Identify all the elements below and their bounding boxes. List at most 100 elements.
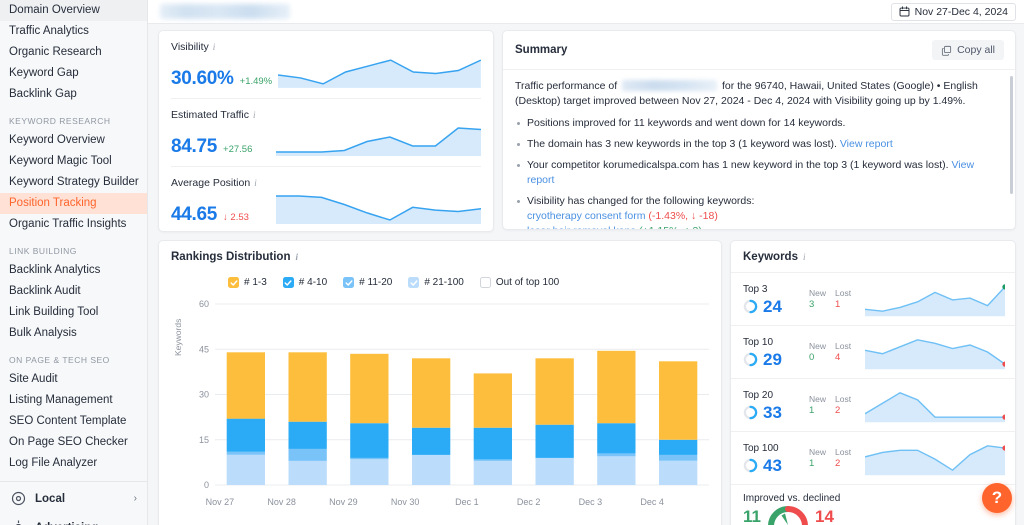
sidebar-sections: Local›Advertising›Social Media›Content M… [0,484,147,525]
sidebar-item-backlink-analytics[interactable]: Backlink Analytics [0,260,147,281]
new-cell: New 1 [809,394,826,417]
info-icon[interactable]: i [213,42,216,52]
sidebar-item-site-audit[interactable]: Site Audit [0,369,147,390]
sidebar-section-advertising[interactable]: Advertising› [0,513,147,525]
sidebar-item-organic-traffic-insights[interactable]: Organic Traffic Insights [0,214,147,235]
legend-item--11-20[interactable]: # 11-20 [343,277,392,288]
sidebar-section-local[interactable]: Local › [0,484,147,513]
info-icon[interactable]: i [254,178,257,188]
metric-delta: +27.56 [223,144,253,155]
redacted-domain [622,80,718,91]
lost-cell: Lost 4 [835,341,851,364]
keyword-link[interactable]: cryotherapy consent form [527,210,645,222]
x-tick-label: Dec 3 [578,497,603,507]
content: Visibility i 30.60% +1.49% Estimated Traffic… [148,24,1024,525]
view-report-link[interactable]: View report [840,138,893,150]
sidebar-item-keyword-magic-tool[interactable]: Keyword Magic Tool [0,151,147,172]
keywords-card: Keywords i Top 3 24 New 3 Lost 1 Top 10 29 New 0 L… [730,240,1016,525]
metric-estimated-traffic: Estimated Traffic i 84.75 +27.56 [171,99,481,167]
improved-declined-label: Improved vs. declined [743,493,841,504]
new-lost-block: New 1 Lost 2 [809,394,859,417]
sidebar-top-items: Domain Overview Traffic Analytics Organic … [0,0,147,105]
legend-item--4-10[interactable]: # 4-10 [282,277,328,288]
sidebar-item-organic-research[interactable]: Organic Research [0,42,147,63]
sidebar-item-seo-content-template[interactable]: SEO Content Template [0,411,147,432]
legend-item--1-3[interactable]: # 1-3 [228,277,267,288]
metric-label: Average Position [171,177,251,189]
summary-bullet: Your competitor korumedicalspa.com has 1… [515,158,1003,188]
x-tick-label: Dec 1 [455,497,479,507]
summary-bullet: The domain has 3 new keywords in the top… [515,137,1003,152]
keyword-row-top-20[interactable]: Top 20 33 New 1 Lost 2 [731,379,1015,432]
sidebar-item-backlink-audit[interactable]: Backlink Audit [0,281,147,302]
keyword-row-left: Top 3 24 [743,283,809,316]
legend-item--21-100[interactable]: # 21-100 [408,277,464,288]
checkbox-icon[interactable] [228,277,239,288]
sidebar-item-on-page-seo-checker[interactable]: On Page SEO Checker [0,432,147,453]
info-icon[interactable]: i [803,252,806,262]
keywords-header: Keywords i [731,241,1015,273]
checkbox-icon[interactable] [343,277,355,288]
sidebar-item-domain-overview[interactable]: Domain Overview [0,0,147,21]
improved-count: 11 [743,507,761,525]
new-caption: New [809,340,827,351]
keyword-row-label: Top 10 [743,336,774,348]
summary-title: Summary [515,44,568,56]
metric-visibility: Visibility i 30.60% +1.49% [171,31,481,99]
sidebar-item-keyword-strategy-builder[interactable]: Keyword Strategy Builder [0,172,147,193]
lost-value: 1 [835,298,841,310]
topbar: Nov 27-Dec 4, 2024 [148,0,1024,24]
keyword-change-row: cryotherapy consent form (-1.43%, ↓ -18) [527,209,1003,224]
summary-bullet-list: Positions improved for 11 keywords and w… [515,116,1003,229]
sidebar-section-label: Advertising [35,522,125,525]
donut-icon [743,299,758,313]
lost-cell: Lost 2 [835,394,851,417]
sidebar-item-listing-management[interactable]: Listing Management [0,390,147,411]
keyword-row-left: Top 20 33 [743,389,809,422]
rankings-plot: Keywords 0 15 30 45 60 Nov 27 Nov 28 Nov 29 Nov… [171,298,709,507]
legend-label: # 4-10 [298,277,328,288]
legend-item-out-of-top-100[interactable]: Out of top 100 [479,277,559,288]
date-range-picker[interactable]: Nov 27-Dec 4, 2024 [890,2,1016,21]
sidebar-item-keyword-gap[interactable]: Keyword Gap [0,63,147,84]
keyword-change-row: laser hair removal kona (+1.15%, ↑ 3) [527,224,1003,229]
keyword-row-top-3[interactable]: Top 3 24 New 3 Lost 1 [731,273,1015,326]
sidebar: Domain Overview Traffic Analytics Organic … [0,0,148,525]
legend-label: # 21-100 [424,277,464,288]
lost-cell: Lost 1 [835,288,851,311]
improved-vs-declined: Improved vs. declined 11 14 [731,485,1015,525]
checkbox-icon[interactable] [408,277,420,288]
info-icon[interactable]: i [253,110,256,120]
app-root: Domain Overview Traffic Analytics Organic … [0,0,1024,525]
keyword-row-top-10[interactable]: Top 10 29 New 0 Lost 4 [731,326,1015,379]
metric-value: 84.75 [171,136,218,157]
x-axis: Nov 27 Nov 28 Nov 29 Nov 30 Dec 1 Dec 2 Dec 3 D… [189,497,709,507]
rankings-title: Rankings Distribution [171,251,291,263]
sidebar-section-label: Local [35,492,66,505]
metric-average-position: Average Position i 44.65 ↓ 2.53 [171,167,481,231]
sidebar-item-log-file-analyzer[interactable]: Log File Analyzer [0,453,147,474]
info-icon[interactable]: i [295,252,298,262]
summary-bullet-text: Your competitor korumedicalspa.com has 1… [527,159,949,171]
sidebar-item-backlink-gap[interactable]: Backlink Gap [0,84,147,105]
summary-intro: Traffic performance of for the 96740, Ha… [515,79,1003,109]
metric-body: 84.75 +27.56 [171,123,481,157]
copy-icon [941,45,952,56]
main-area: Nov 27-Dec 4, 2024 Visibility i 30.60% +1.4… [148,0,1024,525]
new-value: 0 [809,351,815,363]
help-button[interactable]: ? [982,483,1012,513]
sidebar-item-traffic-analytics[interactable]: Traffic Analytics [0,21,147,42]
lost-caption: Lost [835,446,852,457]
sidebar-item-position-tracking[interactable]: Position Tracking [0,193,147,214]
sidebar-item-link-building-tool[interactable]: Link Building Tool [0,302,147,323]
checkbox-icon[interactable] [282,277,294,288]
metric-label: Visibility [171,41,209,53]
sidebar-item-bulk-analysis[interactable]: Bulk Analysis [0,323,147,344]
copy-all-button[interactable]: Copy all [932,40,1004,60]
sidebar-item-keyword-overview[interactable]: Keyword Overview [0,130,147,151]
keyword-row-left: Top 10 29 [743,336,809,369]
keyword-link[interactable]: laser hair removal kona [527,225,636,229]
keyword-row-top-100[interactable]: Top 100 43 New 1 Lost 2 [731,432,1015,485]
checkbox-icon[interactable] [479,277,491,288]
summary-scrollbar[interactable] [1010,76,1013,194]
